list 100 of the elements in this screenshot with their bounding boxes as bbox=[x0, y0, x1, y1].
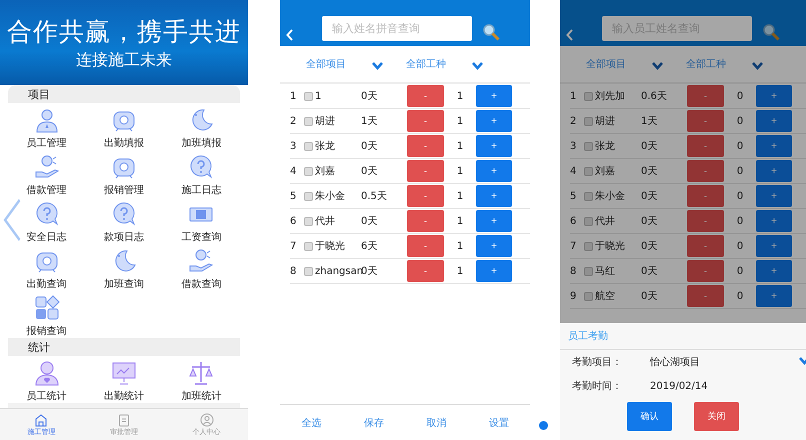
decrement-button[interactable]: - bbox=[407, 135, 444, 157]
menu-item[interactable]: 加班查询 bbox=[104, 277, 144, 291]
checkbox[interactable] bbox=[304, 92, 313, 100]
menu-item[interactable]: 借款查询 bbox=[181, 277, 222, 291]
checkbox[interactable] bbox=[304, 142, 313, 150]
count-field[interactable]: 0 bbox=[724, 110, 756, 132]
close-button[interactable]: 关闭 bbox=[694, 402, 739, 431]
count-field[interactable]: 1 bbox=[444, 210, 476, 232]
decrement-button[interactable]: - bbox=[407, 160, 444, 182]
count-field[interactable]: 0 bbox=[724, 85, 756, 107]
decrement-button[interactable]: - bbox=[687, 85, 724, 107]
checkbox[interactable] bbox=[584, 116, 593, 126]
decrement-button[interactable]: - bbox=[687, 210, 724, 232]
menu-item[interactable]: 出勤填报 bbox=[104, 136, 144, 150]
count-field[interactable]: 0 bbox=[724, 260, 756, 282]
checkbox[interactable] bbox=[584, 292, 593, 300]
search-field[interactable]: 输入姓名拼音查询 bbox=[322, 16, 472, 41]
count-field[interactable]: 1 bbox=[444, 160, 476, 182]
checkbox[interactable] bbox=[584, 216, 593, 226]
menu-item[interactable]: 借款管理 bbox=[26, 183, 67, 197]
checkbox[interactable] bbox=[304, 216, 313, 226]
increment-button[interactable]: + bbox=[476, 260, 512, 282]
menu-item[interactable]: 出勤查询 bbox=[26, 277, 67, 291]
menu-item[interactable]: 款项日志 bbox=[104, 230, 144, 244]
checkbox[interactable] bbox=[304, 166, 313, 176]
checkbox[interactable] bbox=[304, 266, 313, 276]
menu-item[interactable]: 报销管理 bbox=[104, 183, 144, 197]
menu-item[interactable]: 工资查询 bbox=[181, 230, 222, 244]
footer-action[interactable]: 保存 bbox=[364, 416, 384, 430]
clipboard-icon[interactable] bbox=[117, 412, 131, 426]
checkbox[interactable] bbox=[584, 92, 593, 100]
increment-button[interactable]: + bbox=[756, 110, 792, 132]
increment-button[interactable]: + bbox=[756, 260, 792, 282]
footer-action[interactable]: 设置 bbox=[488, 416, 509, 430]
chevron-down-icon[interactable] bbox=[472, 62, 483, 70]
increment-button[interactable]: + bbox=[476, 160, 512, 182]
increment-button[interactable]: + bbox=[756, 185, 792, 207]
menu-item[interactable]: 加班统计 bbox=[181, 389, 222, 403]
increment-button[interactable]: + bbox=[476, 235, 512, 257]
count-field[interactable]: 1 bbox=[444, 85, 476, 107]
checkbox[interactable] bbox=[584, 166, 593, 176]
chevron-down-icon[interactable] bbox=[372, 62, 383, 70]
chevron-left-icon[interactable] bbox=[3, 198, 21, 242]
decrement-button[interactable]: - bbox=[687, 260, 724, 282]
count-field[interactable]: 1 bbox=[444, 110, 476, 132]
count-field[interactable]: 0 bbox=[724, 235, 756, 257]
increment-button[interactable]: + bbox=[476, 110, 512, 132]
decrement-button[interactable]: - bbox=[407, 85, 444, 107]
menu-item[interactable]: 报销查询 bbox=[26, 324, 67, 338]
count-field[interactable]: 1 bbox=[444, 185, 476, 207]
decrement-button[interactable]: - bbox=[407, 210, 444, 232]
chevron-down-icon[interactable] bbox=[752, 62, 763, 70]
increment-button[interactable]: + bbox=[476, 210, 512, 232]
checkbox[interactable] bbox=[304, 242, 313, 250]
increment-button[interactable]: + bbox=[756, 135, 792, 157]
home-icon[interactable] bbox=[34, 412, 48, 426]
count-field[interactable]: 0 bbox=[724, 160, 756, 182]
filter-dropdown[interactable]: 全部工种 bbox=[686, 57, 752, 71]
count-field[interactable]: 0 bbox=[724, 135, 756, 157]
decrement-button[interactable]: - bbox=[407, 260, 444, 282]
footer-action[interactable]: 取消 bbox=[426, 416, 446, 430]
search-icon[interactable] bbox=[762, 23, 780, 41]
checkbox[interactable] bbox=[304, 192, 313, 200]
decrement-button[interactable]: - bbox=[687, 185, 724, 207]
filter-dropdown[interactable]: 全部工种 bbox=[406, 57, 472, 71]
confirm-button[interactable]: 确认 bbox=[627, 402, 672, 431]
menu-item[interactable]: 出勤统计 bbox=[104, 389, 144, 403]
increment-button[interactable]: + bbox=[756, 235, 792, 257]
footer-action[interactable]: 全选 bbox=[301, 416, 322, 430]
count-field[interactable]: 1 bbox=[444, 135, 476, 157]
increment-button[interactable]: + bbox=[476, 185, 512, 207]
count-field[interactable]: 1 bbox=[444, 235, 476, 257]
increment-button[interactable]: + bbox=[756, 285, 792, 307]
back-icon[interactable] bbox=[566, 29, 574, 41]
back-icon[interactable] bbox=[286, 29, 294, 41]
count-field[interactable]: 0 bbox=[724, 285, 756, 307]
checkbox[interactable] bbox=[584, 266, 593, 276]
count-field[interactable]: 0 bbox=[724, 185, 756, 207]
menu-item[interactable]: 施工日志 bbox=[181, 183, 222, 197]
checkbox[interactable] bbox=[584, 192, 593, 200]
menu-item[interactable]: 员工统计 bbox=[26, 389, 67, 403]
increment-button[interactable]: + bbox=[756, 210, 792, 232]
filter-dropdown[interactable]: 全部项目 bbox=[306, 57, 372, 71]
increment-button[interactable]: + bbox=[756, 85, 792, 107]
menu-item[interactable]: 员工管理 bbox=[26, 136, 67, 150]
decrement-button[interactable]: - bbox=[687, 285, 724, 307]
chevron-down-icon[interactable] bbox=[652, 62, 663, 70]
search-icon[interactable] bbox=[482, 23, 500, 41]
decrement-button[interactable]: - bbox=[687, 160, 724, 182]
filter-dropdown[interactable]: 全部项目 bbox=[586, 57, 652, 71]
field-value[interactable]: 怡心湖项目 bbox=[650, 355, 799, 369]
decrement-button[interactable]: - bbox=[687, 135, 724, 157]
decrement-button[interactable]: - bbox=[407, 235, 444, 257]
decrement-button[interactable]: - bbox=[687, 110, 724, 132]
checkbox[interactable] bbox=[584, 142, 593, 150]
decrement-button[interactable]: - bbox=[407, 185, 444, 207]
count-field[interactable]: 1 bbox=[444, 260, 476, 282]
count-field[interactable]: 0 bbox=[724, 210, 756, 232]
increment-button[interactable]: + bbox=[476, 85, 512, 107]
user-icon[interactable] bbox=[200, 412, 214, 426]
